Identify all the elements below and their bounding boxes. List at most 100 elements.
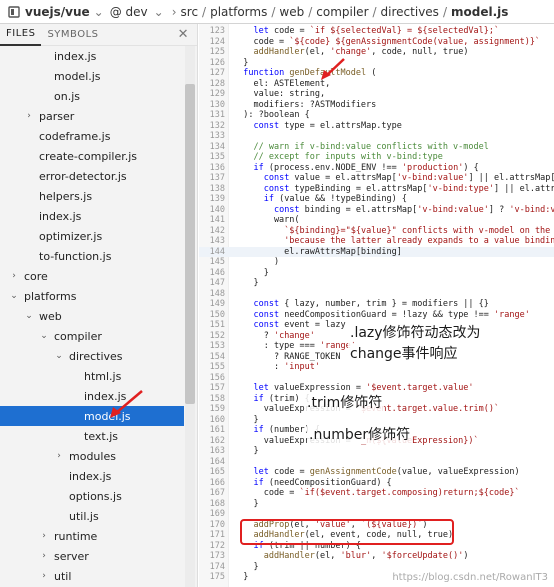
code-line[interactable]: 135 // except for inputs with v-bind:typ… — [199, 152, 554, 163]
tab-files[interactable]: FILES — [0, 24, 42, 46]
sidebar-item[interactable]: › runtime — [0, 526, 184, 546]
code-text: const value = el.attrsMap['v-bind:value'… — [263, 173, 554, 183]
sidebar-item[interactable]: index.js — [0, 466, 184, 486]
code-text: ? 'change' — [233, 330, 315, 341]
sidebar-item[interactable]: on.js — [0, 86, 184, 106]
sidebar-item[interactable]: model.js — [0, 66, 184, 86]
code-line[interactable]: 163 } — [199, 446, 554, 457]
code-line[interactable]: 136 if (process.env.NODE_ENV !== 'produc… — [199, 163, 554, 174]
breadcrumb-segment[interactable]: web — [279, 5, 304, 19]
sidebar-item[interactable]: index.js — [0, 386, 184, 406]
code-line[interactable]: 167 code = `if($event.target.composing)r… — [199, 488, 554, 499]
sidebar-item[interactable]: index.js — [0, 206, 184, 226]
sidebar-item[interactable]: ⌄ platforms — [0, 286, 184, 306]
breadcrumb-segment[interactable]: src — [181, 5, 199, 19]
code-line[interactable]: 124 code = `${code} ${genAssignmentCode(… — [199, 37, 554, 48]
sidebar-item[interactable]: helpers.js — [0, 186, 184, 206]
sidebar-item[interactable]: options.js — [0, 486, 184, 506]
chevron-icon: › — [12, 271, 16, 281]
sidebar-item[interactable]: › parser — [0, 106, 184, 126]
code-editor[interactable]: 123 let code = `if ${selectedVal} = ${se… — [199, 24, 554, 587]
sidebar-item[interactable]: › core — [0, 266, 184, 286]
line-number: 138 — [209, 183, 225, 194]
code-line[interactable]: 134 // warn if v-bind:value conflicts wi… — [199, 142, 554, 153]
code-line[interactable]: 142 `${binding}="${value}" conflicts wit… — [199, 226, 554, 237]
sidebar-item-label: parser — [39, 109, 75, 123]
code-text: addHandler(el, 'change', code, null, tru… — [253, 47, 469, 57]
code-line[interactable]: 173 addHandler(el, 'blur', '$forceUpdate… — [199, 551, 554, 562]
breadcrumb-segment[interactable]: compiler — [316, 5, 368, 19]
code-line[interactable]: 165 let code = genAssignmentCode(value, … — [199, 467, 554, 478]
sidebar-item[interactable]: util.js — [0, 506, 184, 526]
sidebar-item[interactable]: ⌄ web — [0, 306, 184, 326]
code-line[interactable]: 141 warn( — [199, 215, 554, 226]
code-line[interactable]: 150 const needCompositionGuard = !lazy &… — [199, 310, 554, 321]
highlight-box — [240, 519, 454, 545]
annotation-trim: .trim修饰符 — [305, 392, 385, 412]
code-line[interactable]: 139 if (value && !typeBinding) { — [199, 194, 554, 205]
line-number: 129 — [209, 89, 225, 99]
code-line[interactable]: 125 addHandler(el, 'change', code, null,… — [199, 47, 554, 58]
sidebar-item[interactable]: optimizer.js — [0, 226, 184, 246]
code-text: } — [233, 498, 259, 509]
code-line[interactable]: 146 } — [199, 268, 554, 279]
sidebar-item[interactable]: › util — [0, 566, 184, 586]
code-line[interactable]: 140 const binding = el.attrsMap['v-bind:… — [199, 205, 554, 216]
breadcrumb-segment[interactable]: directives — [381, 5, 439, 19]
tab-symbols[interactable]: SYMBOLS — [41, 25, 104, 45]
code-line[interactable]: 132 const type = el.attrsMap.type — [199, 121, 554, 132]
code-line[interactable]: 166 if (needCompositionGuard) { — [199, 478, 554, 489]
code-line[interactable]: 156 — [199, 373, 554, 384]
sidebar-item[interactable]: ⌄ compiler — [0, 326, 184, 346]
code-line[interactable]: 131 ): ?boolean { — [199, 110, 554, 121]
code-line[interactable]: 126 } — [199, 58, 554, 69]
branch-selector[interactable]: @ dev — [110, 5, 148, 19]
sidebar-item[interactable]: create-compiler.js — [0, 146, 184, 166]
line-number: 167 — [209, 488, 225, 498]
code-line[interactable]: 155 : 'input' — [199, 362, 554, 373]
code-line[interactable]: 128 el: ASTElement, — [199, 79, 554, 90]
sidebar-item[interactable]: › server — [0, 546, 184, 566]
chevron-icon: ⌄ — [10, 291, 18, 301]
sidebar-item[interactable]: text.js — [0, 426, 184, 446]
repo-name[interactable]: vuejs/vue — [25, 5, 90, 19]
watermark: https://blog.csdn.net/RowanIT3 — [392, 572, 548, 583]
sidebar-item[interactable]: index.js — [0, 46, 184, 66]
code-line[interactable]: 138 const typeBinding = el.attrsMap['v-b… — [199, 184, 554, 195]
code-line[interactable]: 144 el.rawAttrsMap[binding] — [199, 246, 554, 257]
breadcrumb-slash: / — [308, 4, 313, 19]
code-line[interactable]: 148 — [199, 289, 554, 300]
code-line[interactable]: 129 value: string, — [199, 89, 554, 100]
code-line[interactable]: 130 modifiers: ?ASTModifiers — [199, 100, 554, 111]
code-line[interactable]: 147 } — [199, 278, 554, 289]
line-number: 123 — [209, 26, 225, 36]
line-number: 145 — [209, 257, 225, 267]
code-line[interactable]: 149 const { lazy, number, trim } = modif… — [199, 299, 554, 310]
code-line[interactable]: 168 } — [199, 499, 554, 510]
code-line[interactable]: 174 } — [199, 562, 554, 573]
close-icon[interactable]: ✕ — [178, 27, 189, 42]
code-line[interactable]: 133 — [199, 131, 554, 142]
sidebar-item[interactable]: html.js — [0, 366, 184, 386]
code-line[interactable]: 169 — [199, 509, 554, 520]
code-line[interactable]: 143 'because the latter already expands … — [199, 236, 554, 247]
sidebar-item[interactable]: to-function.js — [0, 246, 184, 266]
sidebar-item[interactable]: ⌄ directives — [0, 346, 184, 366]
breadcrumb-current-file[interactable]: model.js — [451, 5, 508, 19]
sidebar-scrollbar-thumb[interactable] — [185, 84, 195, 404]
sidebar-item[interactable]: error-detector.js — [0, 166, 184, 186]
annotation-lazy-line1: .lazy修饰符动态改为 — [348, 322, 483, 342]
code-line[interactable]: 127 function genDefaultModel ( — [199, 68, 554, 79]
code-line[interactable]: 145 ) — [199, 257, 554, 268]
code-line[interactable]: 164 — [199, 457, 554, 468]
code-line[interactable]: 123 let code = `if ${selectedVal} = ${se… — [199, 26, 554, 37]
line-number: 161 — [209, 425, 225, 435]
sidebar-item[interactable]: codeframe.js — [0, 126, 184, 146]
breadcrumb-segment[interactable]: platforms — [210, 5, 267, 19]
chevron-icon: › — [27, 111, 31, 121]
code-line[interactable]: 137 const value = el.attrsMap['v-bind:va… — [199, 173, 554, 184]
line-number: 124 — [209, 36, 225, 47]
sidebar-item[interactable]: model.js — [0, 406, 184, 426]
sidebar-item[interactable]: › modules — [0, 446, 184, 466]
chevron-icon: ⌄ — [40, 331, 48, 341]
